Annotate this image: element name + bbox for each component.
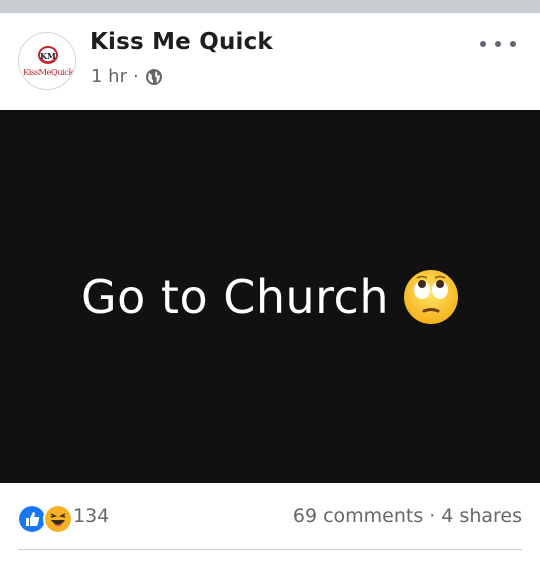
post-time[interactable]: 1 hr [91, 66, 127, 87]
face-with-rolling-eyes-icon [404, 269, 458, 324]
comments-count[interactable]: 69 comments [293, 505, 423, 527]
more-horizontal-icon [480, 41, 486, 47]
svg-text:KM: KM [40, 51, 56, 61]
kiss-me-quick-logo: KM KissMeQuick [23, 46, 75, 78]
feed-separator [0, 0, 540, 13]
more-dot [510, 41, 516, 47]
page-avatar[interactable]: KM KissMeQuick [18, 32, 76, 90]
page-name[interactable]: Kiss Me Quick [90, 29, 273, 55]
post-header: KM KissMeQuick Kiss Me Quick 1 hr · [0, 13, 540, 110]
haha-reaction-icon [43, 504, 73, 534]
more-options-button[interactable] [480, 34, 516, 54]
post-meta: 1 hr · [91, 66, 163, 87]
svg-text:KissMeQuick: KissMeQuick [23, 68, 74, 78]
engagement-summary: 69 comments · 4 shares [293, 505, 522, 527]
post-content-text: Go to Church [81, 269, 389, 324]
reactions-bar: 134 69 comments · 4 shares [0, 483, 540, 549]
post-text-overlay: Go to Church [81, 269, 459, 325]
globe-icon[interactable] [145, 68, 163, 86]
reaction-icons[interactable] [17, 504, 73, 534]
reaction-count[interactable]: 134 [73, 505, 109, 527]
post-image[interactable]: Go to Church [0, 110, 540, 483]
shares-count[interactable]: 4 shares [441, 505, 522, 527]
engagement-separator: · [429, 505, 436, 527]
meta-separator: · [132, 66, 139, 87]
more-dot [495, 41, 501, 47]
actions-divider [18, 549, 522, 550]
